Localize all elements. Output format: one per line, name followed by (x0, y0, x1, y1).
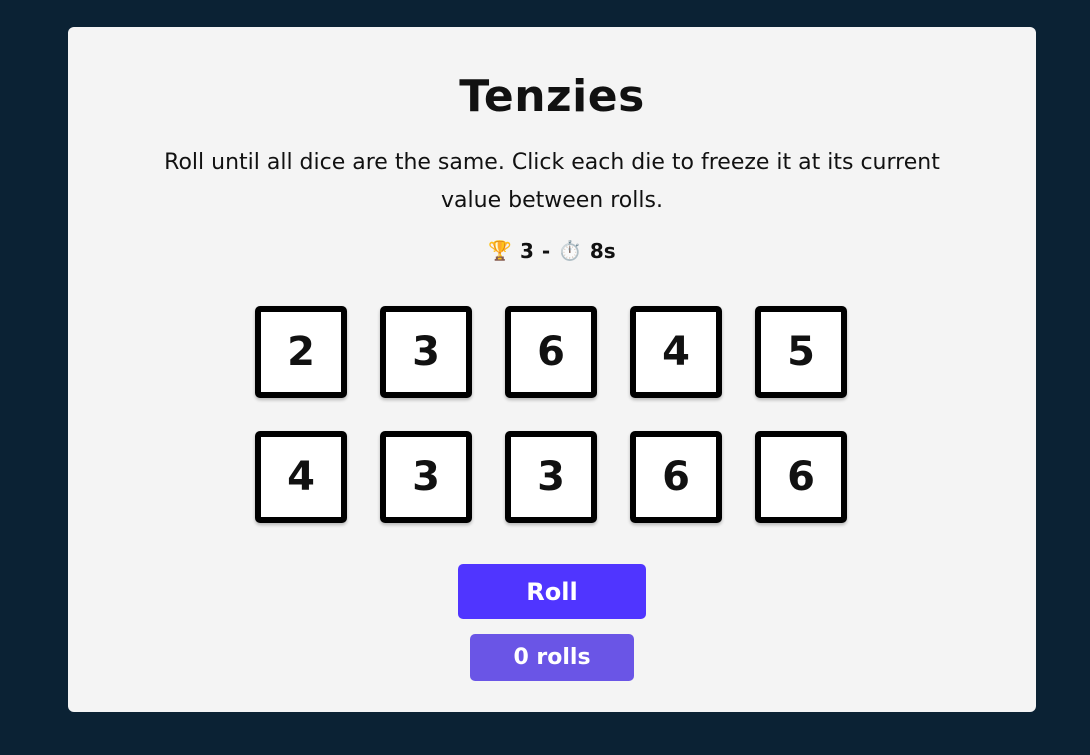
die[interactable]: 3 (505, 431, 597, 523)
stats-separator: - (541, 239, 551, 263)
game-card: Tenzies Roll until all dice are the same… (68, 27, 1036, 712)
best-score: 3 (519, 239, 534, 263)
game-instructions: Roll until all dice are the same. Click … (164, 150, 940, 213)
die[interactable]: 2 (255, 306, 347, 398)
stats-bar: 🏆 3 - ⏱️ 8s (68, 237, 1036, 265)
die[interactable]: 4 (630, 306, 722, 398)
die[interactable]: 6 (755, 431, 847, 523)
trophy-icon: 🏆 (488, 239, 512, 262)
game-title: Tenzies (459, 71, 645, 122)
die[interactable]: 5 (755, 306, 847, 398)
die[interactable]: 6 (630, 431, 722, 523)
die[interactable]: 3 (380, 306, 472, 398)
stopwatch-icon: ⏱️ (558, 239, 582, 262)
roll-button[interactable]: Roll (458, 564, 646, 619)
die[interactable]: 4 (255, 431, 347, 523)
die[interactable]: 6 (505, 306, 597, 398)
dice-grid: 2 3 6 4 5 4 3 3 6 6 (255, 306, 847, 523)
roll-count-badge: 0 rolls (470, 634, 634, 681)
elapsed-time: 8s (589, 239, 616, 263)
die[interactable]: 3 (380, 431, 472, 523)
